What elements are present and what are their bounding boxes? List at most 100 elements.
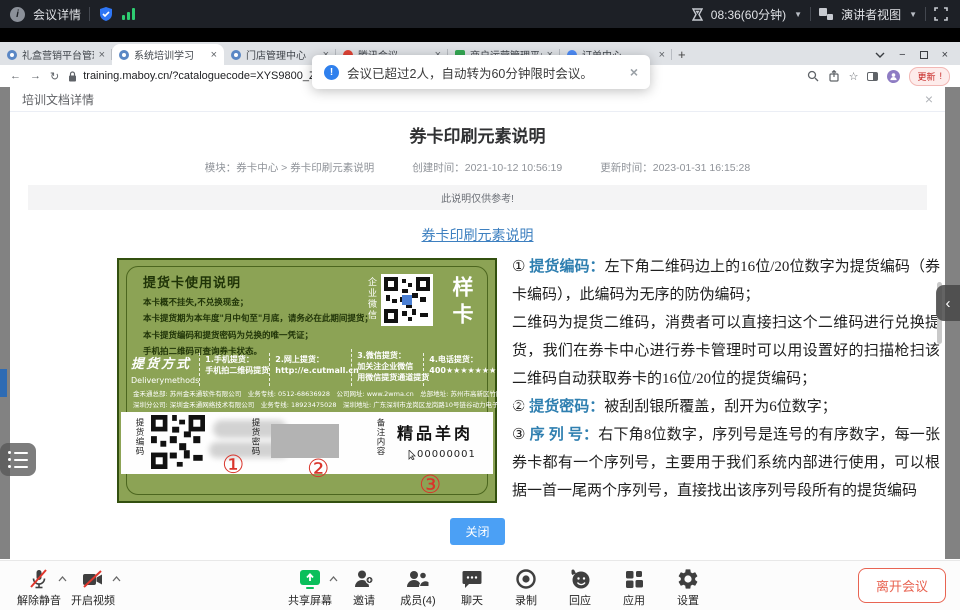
window-maximize-icon[interactable] <box>920 51 928 59</box>
meeting-timer: 08:36(60分钟) <box>711 6 786 23</box>
tab-favicon <box>7 50 17 60</box>
desc-paragraph: 二维码为提货二维码，消费者可以直接扫这个二维码进行兑换提货，我们在券卡中心进行券… <box>512 309 940 393</box>
method-wechat: 3.微信提货：加关注企业微信用微信提货通道提货 <box>351 349 423 386</box>
chevron-left-icon: ‹ <box>946 295 951 312</box>
chrome-update-button[interactable]: 更新 ! <box>909 67 950 86</box>
share-screen-button[interactable]: 共享屏幕 <box>283 564 337 608</box>
security-shield-icon[interactable] <box>98 6 114 22</box>
product-name: 精品羊肉 <box>397 420 473 444</box>
members-icon <box>405 567 431 591</box>
leave-meeting-button[interactable]: 离开会议 <box>858 568 946 603</box>
reference-notice: 此说明仅供参考! <box>28 185 927 210</box>
window-minimize-icon[interactable]: − <box>899 49 905 61</box>
side-panel-icon[interactable] <box>867 72 878 81</box>
wechat-qr-code <box>381 274 433 326</box>
divider <box>925 7 926 21</box>
timer-dropdown-icon[interactable]: ▼ <box>794 10 802 19</box>
card-element-description: ① 提货编码：左下角二维码边上的16位/20位数字为提货编码（券卡编码），此编码… <box>512 253 940 505</box>
view-mode-label[interactable]: 演讲者视图 <box>841 6 901 23</box>
desc-paragraph: ② 提货密码：被刮刮银所覆盖，刮开为6位数字； <box>512 393 940 421</box>
tab-gift-admin[interactable]: 礼盒营销平台管理中心 × <box>0 44 112 65</box>
invite-button[interactable]: 邀请 <box>337 564 391 608</box>
chevron-up-icon[interactable] <box>112 576 121 582</box>
cursor-icon <box>408 450 416 460</box>
badge-2: ② <box>307 456 329 481</box>
delivery-methods-band: 提货方式 Deliverymethods 1.手机提货：手机拍二维码提货 2.网… <box>131 353 485 386</box>
meeting-toolbar: 解除静音 开启视频 共享屏幕 邀请 成员(4) 聊天 录制 <box>0 560 960 610</box>
catalog-float-button[interactable] <box>0 443 36 476</box>
tab-favicon <box>231 50 241 60</box>
tab-favicon <box>119 50 129 60</box>
desc-paragraph: ③ 序 列 号：右下角8位数字，序列号是连号的有序数字，每一张券卡都有一个序列号… <box>512 421 940 505</box>
notification-text: 会议已超过2人，自动转为60分钟限时会议。 <box>347 63 593 82</box>
document-title: 券卡印刷元素说明 <box>10 122 945 147</box>
meeting-topbar: i 会议详情 08:36(60分钟) ▼ 演讲者视图 ▼ <box>0 0 960 28</box>
profile-avatar[interactable] <box>887 70 900 83</box>
tab-close-icon[interactable]: × <box>659 49 665 61</box>
info-alert-icon: ! <box>324 65 339 80</box>
record-button[interactable]: 录制 <box>499 564 553 608</box>
method-web: 2.网上提货：http://e.cutmall.cn <box>269 353 351 386</box>
training-doc-drawer: 培训文档详情 × 券卡印刷元素说明 模块：券卡中心 > 券卡印刷元素说明 创建时… <box>10 87 945 559</box>
tab-close-icon[interactable]: × <box>99 49 105 61</box>
badge-3: ③ <box>419 472 441 497</box>
fullscreen-icon[interactable] <box>934 7 948 21</box>
settings-button[interactable]: 设置 <box>661 564 715 608</box>
tab-close-icon[interactable]: × <box>211 49 217 61</box>
wechat-label: 企业微信 <box>365 277 378 321</box>
alert-icon: ! <box>939 71 942 81</box>
back-icon[interactable]: ← <box>10 70 21 82</box>
meta-created: 创建时间：2021-10-12 10:56:19 <box>412 160 562 175</box>
unmute-button[interactable]: 解除静音 <box>12 564 66 608</box>
remark-label: 备注内容 <box>374 418 385 456</box>
new-tab-button[interactable]: + <box>678 47 686 62</box>
share-icon[interactable] <box>828 70 840 82</box>
window-menu-icon[interactable] <box>875 52 885 58</box>
badge-1: ① <box>222 452 244 477</box>
apps-button[interactable]: 应用 <box>607 564 661 608</box>
meeting-details-label[interactable]: 会议详情 <box>33 6 81 23</box>
divider <box>89 7 90 21</box>
drawer-title: 培训文档详情 <box>22 91 94 108</box>
hourglass-icon <box>692 8 703 21</box>
scratch-area <box>271 424 339 458</box>
start-video-button[interactable]: 开启视频 <box>66 564 120 608</box>
notification-close-icon[interactable]: × <box>630 64 638 80</box>
collapse-panel-handle[interactable]: ‹ <box>936 285 960 321</box>
network-signal-icon[interactable] <box>122 8 135 20</box>
background-sidebar-selection <box>0 369 7 397</box>
doc-anchor-link[interactable]: 券卡印刷元素说明 <box>10 225 945 245</box>
invite-person-icon <box>352 567 376 591</box>
sample-card-label: 样卡 <box>447 276 477 330</box>
close-doc-button[interactable]: 关闭 <box>450 518 504 545</box>
document-meta: 模块：券卡中心 > 券卡印刷元素说明 创建时间：2021-10-12 10:56… <box>10 160 945 175</box>
members-button[interactable]: 成员(4) <box>391 564 445 608</box>
view-dropdown-icon[interactable]: ▼ <box>909 10 917 19</box>
meta-module: 模块：券卡中心 > 券卡印刷元素说明 <box>205 160 374 175</box>
reactions-button[interactable]: 回应 <box>553 564 607 608</box>
card-company-footer: 金禾通总部: 苏州金禾通软件有限公司 业务专线: 0512-68636928 公… <box>133 389 487 411</box>
reaction-smiley-icon <box>568 567 592 591</box>
mic-muted-icon <box>27 567 51 591</box>
voucher-card-image: 提货卡使用说明 本卡概不挂失,不兑换现金； 本卡提货期为本年度"月中旬至"月底，… <box>117 258 497 503</box>
pickup-code-label: 提货编码 <box>133 418 144 456</box>
apps-grid-icon <box>622 567 646 591</box>
meta-updated: 更新时间：2023-01-31 16:15:28 <box>600 160 750 175</box>
serial-number: 00000001 <box>408 449 476 460</box>
zoom-icon[interactable] <box>807 70 819 82</box>
forward-icon[interactable]: → <box>30 70 41 82</box>
desktop-background-strip <box>0 28 960 42</box>
method-phone: 1.手机提货：手机拍二维码提货 <box>199 353 269 386</box>
window-close-icon[interactable]: × <box>942 49 948 61</box>
chat-button[interactable]: 聊天 <box>445 564 499 608</box>
bookmark-star-icon[interactable]: ☆ <box>849 70 859 83</box>
lock-icon <box>68 71 77 82</box>
drawer-close-icon[interactable]: × <box>925 91 933 107</box>
tab-training-study[interactable]: 系统培训学习 × <box>112 44 224 65</box>
reload-icon[interactable]: ↻ <box>50 70 59 83</box>
chat-bubble-icon <box>460 567 484 591</box>
camera-off-icon <box>80 567 106 591</box>
meeting-info-icon[interactable]: i <box>10 7 25 22</box>
pickup-password-label: 提货密码 <box>249 418 260 456</box>
divider <box>810 7 811 21</box>
